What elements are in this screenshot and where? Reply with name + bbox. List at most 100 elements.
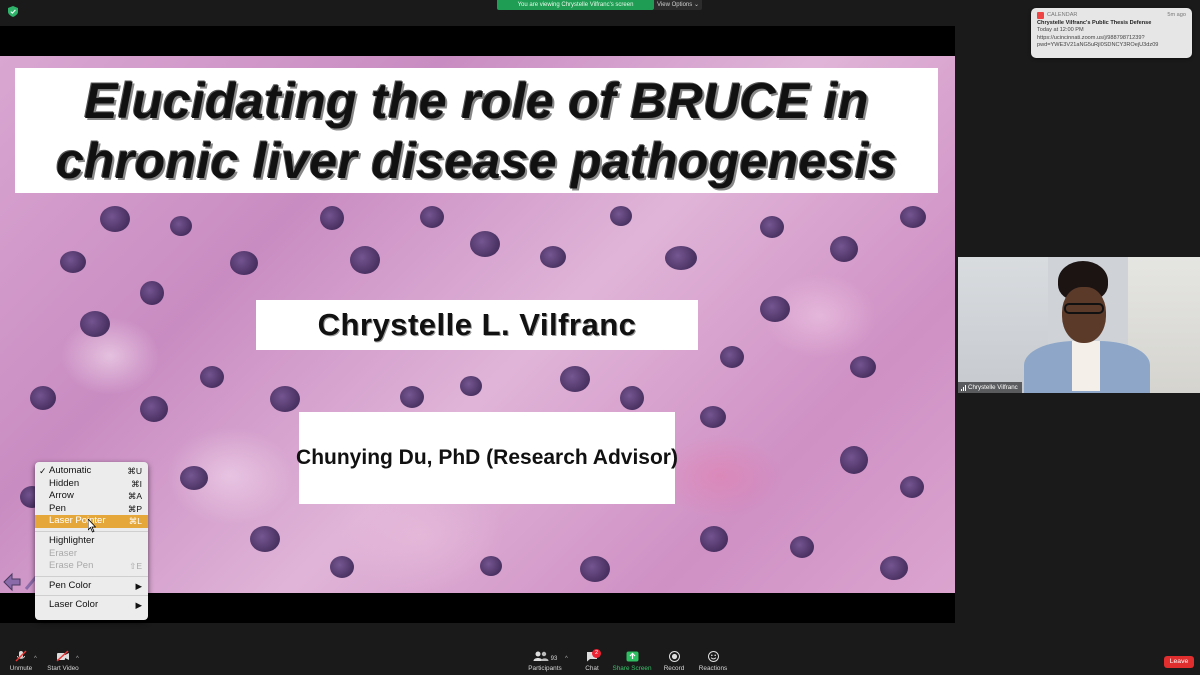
view-options-button[interactable]: View Options ⌄ [654,0,702,10]
tissue-nucleus [580,556,610,582]
share-screen-label: Share Screen [612,665,652,672]
tissue-nucleus [840,446,868,474]
tissue-nucleus [610,206,632,226]
menu-item-label: Pen [49,502,66,514]
participant-name: Chrystelle Vilfranc [968,384,1018,391]
tissue-nucleus [480,556,502,576]
video-camera-off-icon [56,650,69,662]
tissue-nucleus [60,251,86,273]
notification-header: CALENDAR 5m ago [1037,12,1186,20]
record-button[interactable]: Record [662,648,686,675]
unmute-button[interactable]: Unmute [8,648,34,675]
chevron-down-icon: ⌄ [693,2,699,8]
record-label: Record [663,665,685,672]
presenter-name-box: Chrystelle L. Vilfranc [256,300,698,350]
mouse-cursor-icon [88,519,96,533]
checkmark-icon: ✓ [39,466,47,476]
menu-item-pen-color[interactable]: Pen Color ▶ [35,580,148,593]
person-face [1062,287,1106,343]
share-screen-icon [626,651,638,662]
participants-label: Participants [528,665,562,672]
tissue-nucleus [620,386,644,410]
advisor-name: Chunying Du, PhD (Research Advisor) [296,446,678,469]
tissue-nucleus [760,296,790,322]
menu-item-label: Erase Pen [49,560,94,572]
view-options-label: View Options [657,2,693,8]
submenu-arrow-icon: ▶ [135,600,142,611]
participants-button[interactable]: 93 Participants [526,648,564,675]
menu-separator [35,575,148,577]
participants-count: 93 [550,656,558,662]
menu-separator [35,595,148,597]
tissue-nucleus [850,356,876,378]
notification-link-line2: pwd=YWE3V21aNG5uRjl0SDNCY3ROejU3dz09 [1037,42,1159,49]
tissue-nucleus [560,366,590,392]
participant-name-tag: Chrystelle Vilfranc [958,382,1022,393]
menu-item-hidden[interactable]: Hidden ⌘I [35,478,148,491]
menu-item-shortcut: ⌘U [127,466,142,476]
tissue-nucleus [350,246,380,274]
slide-title-line1: Elucidating the role of BRUCE in [84,72,869,129]
menu-item-label: Hidden [49,477,80,489]
menu-item-laser-color[interactable]: Laser Color ▶ [35,599,148,612]
reactions-button[interactable]: Reactions [697,648,729,675]
menu-item-arrow[interactable]: Arrow ⌘A [35,490,148,503]
tissue-nucleus [720,346,744,368]
menu-item-label: Arrow [49,490,74,502]
slide-title-line2: chronic liver disease pathogenesis [55,132,898,189]
tissue-nucleus [900,206,926,228]
start-video-label: Start Video [47,665,79,672]
menu-item-eraser: Eraser [35,548,148,561]
notification-when: Today at 12:00 PM [1037,27,1084,34]
menu-item-pen[interactable]: Pen ⌘P [35,503,148,516]
notification-title: Chrystelle Vilfranc's Public Thesis Defe… [1037,19,1152,26]
tissue-nucleus [250,526,280,552]
menu-item-label: Highlighter [49,534,95,546]
notification-time-ago: 5m ago [1167,12,1186,18]
menu-item-shortcut: ⌘L [128,516,142,527]
signal-strength-icon [961,384,966,391]
reactions-label: Reactions [698,665,728,672]
presenter-name: Chrystelle L. Vilfranc [317,307,637,342]
microphone-muted-icon [15,650,27,662]
participant-video[interactable]: Chrystelle Vilfranc [958,257,1200,393]
calendar-notification[interactable]: CALENDAR 5m ago Chrystelle Vilfranc's Pu… [1031,8,1192,58]
tissue-nucleus [665,246,697,270]
tissue-nucleus [180,466,208,490]
participants-icon [533,651,549,661]
tissue-nucleus [760,216,784,238]
chat-badge: 2 [592,649,601,658]
leave-button[interactable]: Leave [1164,656,1194,668]
tissue-nucleus [880,556,908,580]
slide-title-box: Elucidating the role of BRUCE in chronic… [15,68,938,193]
menu-item-label: Laser Pointer [49,515,106,527]
top-bar: You are viewing Chrystelle Vilfranc's sc… [0,0,1200,26]
tissue-nucleus [200,366,224,388]
chat-label: Chat [585,665,599,672]
tissue-nucleus [330,556,354,578]
tissue-nucleus [790,536,814,558]
participants-caret-icon[interactable]: ^ [565,656,568,662]
start-video-button[interactable]: Start Video [46,648,80,675]
tissue-nucleus [700,406,726,428]
audio-options-caret-icon[interactable]: ^ [34,656,37,662]
tissue-nucleus [170,216,192,236]
shield-icon [8,6,18,17]
annotate-menu: ✓ Automatic ⌘U Hidden ⌘I Arrow ⌘A Pen ⌘P Lase… [35,462,148,620]
unmute-label: Unmute [9,665,33,672]
tissue-nucleus [230,251,258,275]
menu-item-highlighter[interactable]: Highlighter [35,535,148,548]
tissue-nucleus [900,476,924,498]
menu-item-shortcut: ⌘I [131,478,142,489]
tissue-nucleus [140,281,164,305]
menu-item-shortcut: ⌘P [127,503,142,514]
menu-item-label: Eraser [49,547,77,559]
menu-item-label: Pen Color [49,579,92,591]
tissue-nucleus [540,246,566,268]
share-screen-button[interactable]: Share Screen [612,648,652,675]
advisor-box: Chunying Du, PhD (Research Advisor) [296,412,678,504]
video-options-caret-icon[interactable]: ^ [76,656,79,662]
tissue-nucleus [830,236,858,262]
tissue-nucleus [140,396,168,422]
menu-item-automatic[interactable]: ✓ Automatic ⌘U [35,465,148,478]
